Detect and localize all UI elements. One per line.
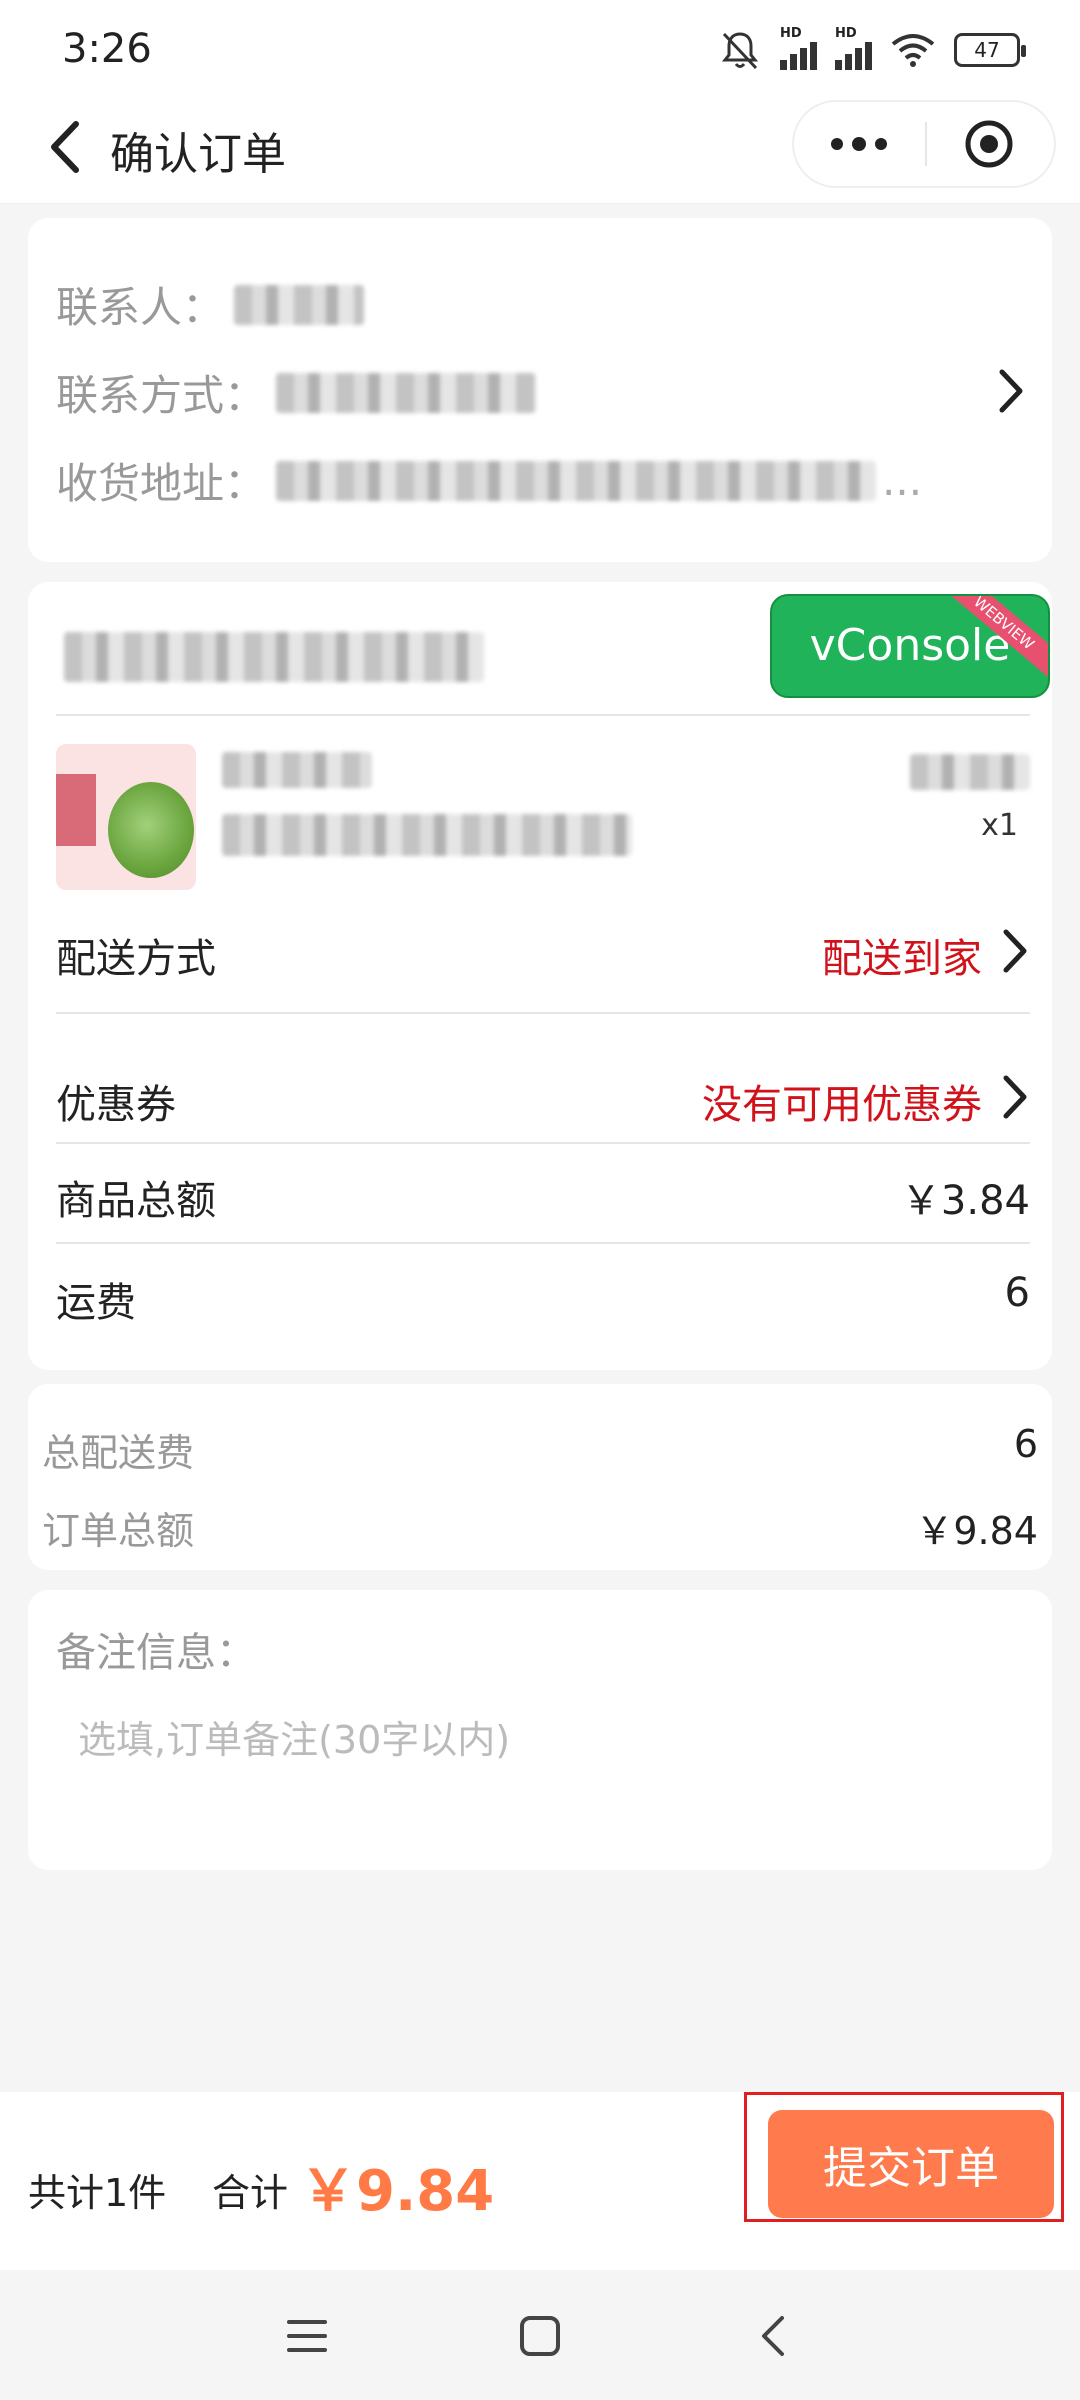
delivery-method-row[interactable]: 配送方式 配送到家 xyxy=(56,926,1030,986)
order-card: vConsole WEBVIEW x1 配送方式 配送到家 优惠券 没有可用优惠… xyxy=(28,582,1052,1370)
divider xyxy=(56,1242,1030,1244)
vconsole-button[interactable]: vConsole WEBVIEW xyxy=(770,594,1050,698)
goods-quantity: x1 xyxy=(981,808,1018,843)
address-row: 收货地址： ... xyxy=(56,450,922,511)
page-title: 确认订单 xyxy=(110,129,286,180)
menu-icon xyxy=(287,2320,327,2352)
goods-total-value: ￥3.84 xyxy=(900,1178,1030,1224)
battery-icon: 47 xyxy=(954,33,1026,67)
home-icon xyxy=(520,2316,560,2356)
home-button[interactable] xyxy=(505,2306,575,2366)
goods-name-redacted xyxy=(222,752,372,788)
phone-redacted xyxy=(276,372,537,413)
goods-image[interactable] xyxy=(56,744,196,890)
back-icon xyxy=(51,121,79,173)
coupon-value: 没有可用优惠券 xyxy=(702,1082,982,1128)
divider xyxy=(56,1142,1030,1144)
delivery-label: 配送方式 xyxy=(56,936,216,982)
divider xyxy=(56,1012,1030,1014)
order-total-row: 订单总额 ￥9.84 xyxy=(42,1500,1038,1556)
status-icons: HD HD 47 xyxy=(718,26,1026,72)
goods-total-label: 商品总额 xyxy=(56,1178,216,1224)
system-back-button[interactable] xyxy=(738,2306,808,2366)
shipping-row: 运费 6 xyxy=(56,1270,1030,1330)
goods-spec-redacted xyxy=(222,814,632,856)
back-nav-icon xyxy=(762,2316,784,2356)
menu-button[interactable] xyxy=(272,2306,342,2366)
total-label: 合计 xyxy=(212,2171,289,2215)
phone-label: 联系方式： xyxy=(56,371,267,420)
mute-icon xyxy=(721,32,759,70)
total-delivery-value: 6 xyxy=(1013,1422,1038,1466)
close-button[interactable] xyxy=(924,102,1054,186)
summary-card: 总配送费 6 订单总额 ￥9.84 xyxy=(28,1384,1052,1570)
chevron-right-icon xyxy=(999,369,1023,413)
status-time: 3:26 xyxy=(62,26,152,72)
signal-icon: HD xyxy=(780,26,817,70)
wifi-icon xyxy=(891,34,935,67)
shop-name-redacted xyxy=(64,632,484,682)
coupon-row[interactable]: 优惠券 没有可用优惠券 xyxy=(56,1072,1030,1132)
goods-image-tag xyxy=(56,774,96,846)
delivery-value: 配送到家 xyxy=(822,936,982,982)
address-ellipsis: ... xyxy=(882,456,923,505)
contact-name-redacted xyxy=(234,284,365,325)
remark-card: 备注信息： xyxy=(28,1590,1052,1870)
status-bar: 3:26 HD HD 47 xyxy=(0,0,1080,100)
contact-label: 联系人： xyxy=(56,283,225,332)
divider xyxy=(56,714,1030,716)
shipping-label: 运费 xyxy=(56,1280,136,1326)
chevron-right-icon xyxy=(1003,929,1027,973)
remark-label: 备注信息： xyxy=(56,1630,256,1676)
address-label: 收货地址： xyxy=(56,459,267,508)
goods-total-row: 商品总额 ￥3.84 xyxy=(56,1168,1030,1228)
more-button[interactable] xyxy=(794,102,924,186)
item-count: 共计1件 xyxy=(28,2171,167,2215)
mini-program-capsule xyxy=(792,100,1056,188)
checkout-bar: 共计1件 合计 ￥9.84 提交订单 xyxy=(0,2092,1080,2270)
target-icon xyxy=(965,120,1013,168)
address-redacted xyxy=(276,460,877,501)
total-amount: ￥9.84 xyxy=(300,2159,495,2224)
signal-icon: HD xyxy=(835,26,872,70)
system-nav-bar xyxy=(0,2270,1080,2400)
chevron-right-icon xyxy=(1003,1075,1027,1119)
shipping-value: 6 xyxy=(1004,1270,1030,1316)
nav-bar: 确认订单 xyxy=(0,100,1080,204)
back-button[interactable] xyxy=(42,112,102,182)
remark-input[interactable] xyxy=(78,1710,998,1770)
coupon-label: 优惠券 xyxy=(56,1082,176,1128)
goods-image-vegetable xyxy=(108,782,194,878)
order-total-label: 订单总额 xyxy=(42,1509,195,1553)
submit-order-button[interactable]: 提交订单 xyxy=(768,2110,1054,2218)
total-delivery-row: 总配送费 6 xyxy=(42,1422,1038,1478)
order-total-value: ￥9.84 xyxy=(915,1509,1038,1553)
phone-row: 联系方式： xyxy=(56,362,537,423)
address-card[interactable]: 联系人： 联系方式： 收货地址： ... xyxy=(28,218,1052,562)
goods-price-redacted xyxy=(910,754,1030,790)
total-delivery-label: 总配送费 xyxy=(42,1431,195,1475)
contact-row: 联系人： xyxy=(56,274,365,335)
more-icon xyxy=(831,137,887,151)
